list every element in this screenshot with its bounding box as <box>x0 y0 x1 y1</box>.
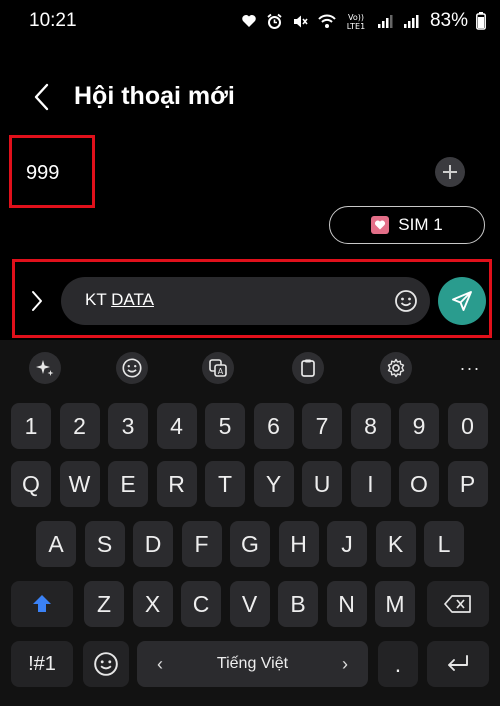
recipient-field[interactable]: 999 <box>26 162 59 185</box>
space-right-arrow-icon: › <box>342 653 348 674</box>
chevron-right-icon <box>32 291 42 311</box>
battery-percent: 83% <box>429 10 468 31</box>
expand-options-button[interactable] <box>26 287 48 315</box>
key[interactable]: W <box>59 461 100 507</box>
key[interactable]: X <box>132 581 173 627</box>
key[interactable]: 3 <box>108 403 148 449</box>
key[interactable]: 6 <box>253 403 294 449</box>
page-title: Hội thoại mới <box>74 82 235 110</box>
key[interactable]: R <box>156 461 197 507</box>
key[interactable]: N <box>326 581 367 627</box>
settings-button[interactable] <box>376 349 416 387</box>
gear-icon <box>387 358 405 378</box>
key[interactable]: Y <box>253 461 294 507</box>
emoji-keyboard-button[interactable] <box>112 349 152 387</box>
emoji-icon[interactable] <box>394 289 418 313</box>
emoji-key[interactable] <box>83 641 129 687</box>
message-text: KT DATA <box>85 290 154 310</box>
message-text-composing: DATA <box>111 290 154 309</box>
smiley-key-icon <box>94 652 118 676</box>
enter-icon <box>448 655 468 671</box>
backspace-icon <box>444 595 471 613</box>
key[interactable]: Q <box>11 461 51 507</box>
clipboard-icon <box>301 359 315 377</box>
key[interactable]: Z <box>84 581 124 627</box>
key[interactable]: 8 <box>350 403 391 449</box>
sparkle-icon <box>36 360 54 376</box>
key[interactable]: L <box>424 521 464 567</box>
key[interactable]: H <box>278 521 319 567</box>
message-input[interactable]: KT DATA <box>61 277 430 325</box>
key[interactable]: K <box>375 521 416 567</box>
translate-button[interactable]: A <box>198 349 238 387</box>
sim-label: SIM 1 <box>398 215 443 234</box>
key[interactable]: P <box>447 461 488 507</box>
more-options-button[interactable]: ··· <box>450 349 490 387</box>
key[interactable]: 4 <box>156 403 197 449</box>
sim-heart-icon <box>371 216 390 234</box>
key[interactable]: G <box>230 521 270 567</box>
shift-arrow-icon <box>33 595 51 612</box>
key[interactable]: A <box>36 521 76 567</box>
key[interactable]: 2 <box>59 403 100 449</box>
clipboard-button[interactable] <box>288 349 328 387</box>
key[interactable]: 9 <box>399 403 439 449</box>
space-language-label: Tiếng Việt <box>216 655 289 672</box>
ai-tools-button[interactable] <box>25 349 65 387</box>
chevron-left-icon <box>34 83 49 111</box>
key[interactable]: I <box>350 461 391 507</box>
alarm-icon <box>266 12 284 30</box>
send-button[interactable] <box>438 277 486 325</box>
mute-icon <box>292 12 310 30</box>
translate-icon: A <box>209 359 227 377</box>
message-text-plain: KT <box>85 290 112 309</box>
status-icons: Vo)) LTE1 83% <box>240 10 486 32</box>
key[interactable]: 0 <box>447 403 488 449</box>
key[interactable]: U <box>302 461 342 507</box>
heart-icon <box>240 12 258 30</box>
signal-icon-1 <box>376 12 394 30</box>
key[interactable]: B <box>278 581 318 627</box>
key[interactable]: M <box>375 581 415 627</box>
send-icon <box>452 291 472 311</box>
key[interactable]: C <box>181 581 221 627</box>
wifi-icon <box>318 12 336 30</box>
key[interactable]: 5 <box>205 403 245 449</box>
key[interactable]: T <box>205 461 245 507</box>
battery-icon <box>476 12 486 30</box>
plus-icon <box>443 165 457 179</box>
add-recipient-button[interactable] <box>435 157 465 187</box>
status-time: 10:21 <box>29 10 77 31</box>
sim-selector-button[interactable]: SIM 1 <box>329 206 485 244</box>
svg-text:A: A <box>218 367 224 376</box>
key[interactable]: D <box>133 521 173 567</box>
key[interactable]: E <box>108 461 148 507</box>
key[interactable]: S <box>84 521 125 567</box>
svg-text:LTE1: LTE1 <box>347 22 365 30</box>
key[interactable]: 1 <box>11 403 51 449</box>
space-key[interactable]: ‹ Tiếng Việt › <box>137 641 368 687</box>
space-left-arrow-icon: ‹ <box>157 653 163 674</box>
key[interactable]: F <box>181 521 222 567</box>
back-button[interactable] <box>28 82 54 112</box>
symbols-key[interactable]: !#1 <box>11 641 73 687</box>
smiley-icon <box>122 358 142 378</box>
signal-icon-2 <box>402 12 420 30</box>
keyboard: A ··· 1234567890 QWERTYUIOP ASDFGHJKL ZX… <box>0 340 500 706</box>
key[interactable]: J <box>327 521 367 567</box>
backspace-key[interactable] <box>427 581 489 627</box>
shift-key[interactable] <box>11 581 73 627</box>
key[interactable]: O <box>399 461 439 507</box>
volte-icon: Vo)) LTE1 <box>344 12 368 30</box>
key[interactable]: V <box>229 581 270 627</box>
svg-text:Vo)): Vo)) <box>348 13 364 22</box>
key[interactable]: 7 <box>302 403 342 449</box>
period-key[interactable]: . <box>378 641 418 687</box>
enter-key[interactable] <box>427 641 489 687</box>
